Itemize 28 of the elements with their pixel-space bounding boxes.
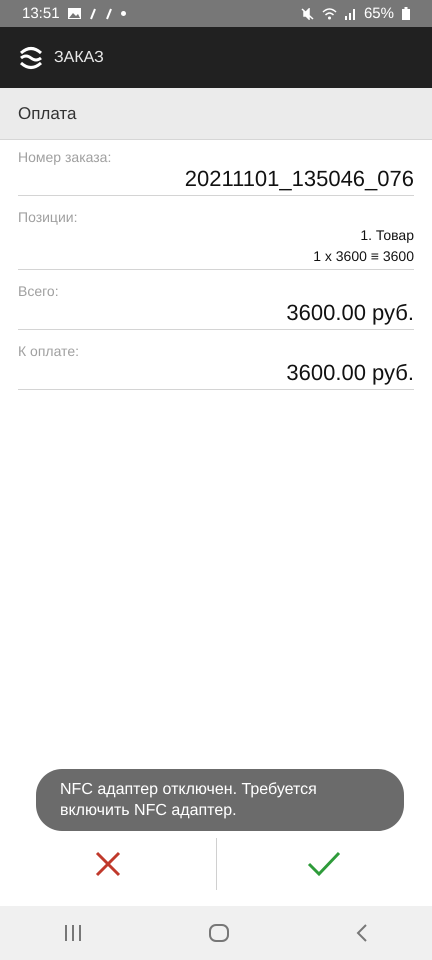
field-value: 3600.00 руб. — [286, 299, 414, 327]
back-icon — [356, 924, 368, 942]
close-icon — [94, 851, 121, 877]
field-value: 1. Товар — [360, 226, 414, 245]
signal-icon — [344, 8, 356, 20]
app-title: ЗАКАЗ — [54, 48, 104, 66]
home-icon — [208, 924, 229, 942]
dot-icon — [120, 11, 126, 16]
wifi-icon — [322, 8, 337, 20]
toast-message: NFC адаптер отключен. Требуется включить NFC адаптер. — [36, 769, 404, 831]
recent-apps-icon — [64, 925, 82, 941]
link-icon — [88, 8, 97, 20]
image-icon — [68, 8, 81, 19]
mute-icon — [300, 8, 314, 20]
field-value: 3600.00 руб. — [286, 359, 414, 387]
field-value: 20211101_135046_076 — [184, 165, 414, 193]
check-icon — [307, 851, 342, 877]
battery-icon — [402, 7, 410, 20]
field-label: К оплате: — [18, 343, 80, 359]
battery-percent: 65% — [364, 5, 394, 22]
field-label: Всего: — [18, 283, 60, 299]
field-label: Номер заказа: — [18, 149, 112, 165]
waves-logo-icon — [18, 46, 44, 70]
field-label: Позиции: — [18, 209, 78, 225]
clock: 13:51 — [22, 5, 60, 22]
link-icon — [104, 8, 113, 20]
section-title: Оплата — [18, 104, 76, 124]
field-value: 1 x 3600 ≡ 3600 — [313, 247, 414, 266]
